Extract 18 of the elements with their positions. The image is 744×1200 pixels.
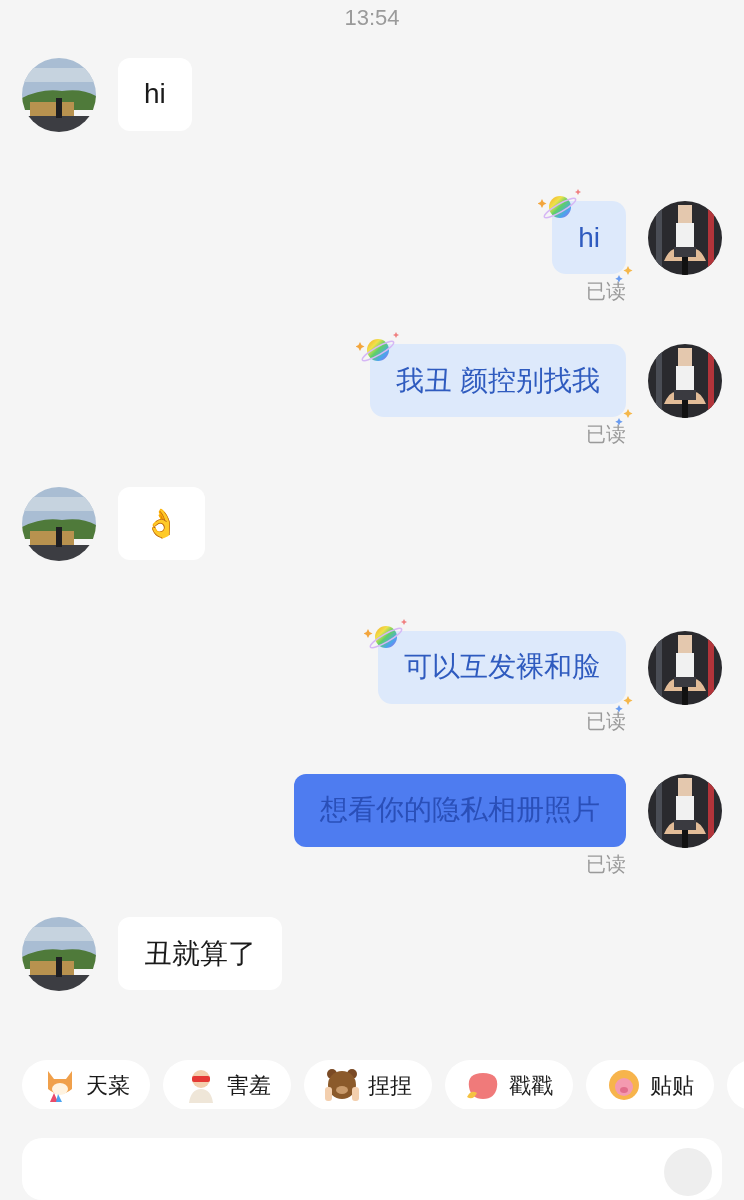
quick-reply-chip[interactable]: 戳戳 — [445, 1060, 573, 1109]
read-status: 已读 — [586, 279, 626, 304]
message-bubble: 👌 — [118, 487, 205, 561]
message-text: 想看你的隐私相册照片 — [320, 793, 600, 828]
message-text: 可以互发裸和脸 — [404, 650, 600, 685]
message-bubble: hi — [118, 57, 192, 131]
message-time: 13:54 — [344, 3, 400, 32]
read-status: 已读 — [586, 422, 626, 447]
quick-reply-chip[interactable]: 捏捏 — [304, 1060, 432, 1109]
quick-reply-chip[interactable]: 天菜 — [22, 1060, 150, 1109]
read-status: 已读 — [586, 851, 626, 876]
quick-reply-chip[interactable]: 贴贴 — [586, 1060, 714, 1109]
quick-reply-chip[interactable]: 害羞 — [163, 1060, 291, 1109]
bear-icon — [324, 1067, 360, 1104]
read-status: 已读 — [586, 708, 626, 733]
message-bubble: 丑就算了 — [118, 917, 282, 990]
message-text: hi — [578, 220, 600, 255]
message-text: 我丑 颜控别找我 — [396, 363, 600, 398]
